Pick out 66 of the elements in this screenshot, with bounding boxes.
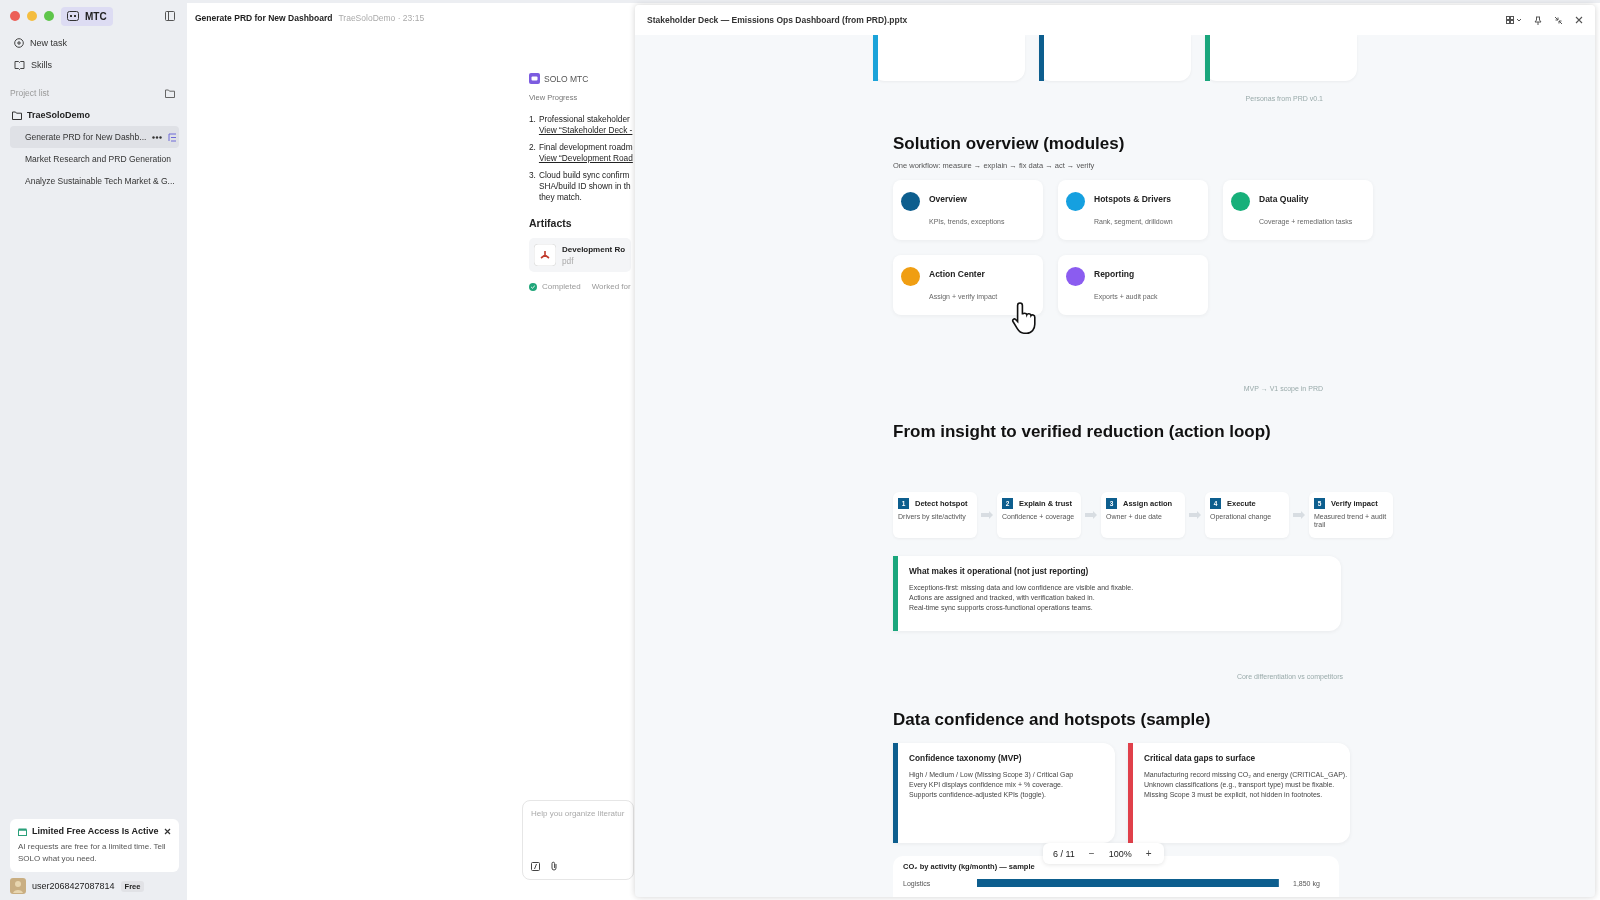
card-title: Confidence taxonomy (MVP) xyxy=(909,753,1023,763)
slide-heading: From insight to verified reduction (action loop) xyxy=(893,422,1272,442)
list-number: 3. xyxy=(529,170,536,182)
file-link[interactable]: View “Stakeholder Deck - xyxy=(538,125,633,136)
list-text: Final development roadm xyxy=(538,142,633,153)
file-link[interactable]: View “Development Road xyxy=(538,153,633,164)
check-circle-icon xyxy=(529,282,537,291)
notice-title: Limited Free Access Is Active xyxy=(32,826,159,836)
list-text: Professional stakeholder xyxy=(538,114,631,125)
module-title: Hotspots & Drivers xyxy=(1094,194,1172,204)
module-title: Data Quality xyxy=(1259,194,1310,204)
close-icon[interactable] xyxy=(164,827,171,835)
list-number: 2. xyxy=(529,142,536,154)
connector-icon xyxy=(1293,511,1305,519)
message-input[interactable]: Help you organize literatur xyxy=(531,809,627,818)
sidebar-toggle-icon[interactable] xyxy=(165,11,175,21)
user-name: user2068427087814 xyxy=(32,881,115,891)
plus-circle-icon xyxy=(14,38,24,48)
artifact-card[interactable]: Development Ro pdf xyxy=(529,238,631,272)
card-title: Critical data gaps to surface xyxy=(1144,753,1257,763)
chat-meta: TraeSoloDemo · 23:15 xyxy=(338,13,425,23)
notice-text: AI requests are free for a limited time. Tell SOLO what you need. xyxy=(18,841,167,865)
more-icon[interactable] xyxy=(152,135,163,139)
artifact-name: Development Ro xyxy=(562,244,626,254)
grid-icon[interactable] xyxy=(1506,16,1522,24)
zoom-in-button[interactable]: + xyxy=(1143,848,1154,859)
artifact-type: pdf xyxy=(562,255,575,266)
section-label: Project list xyxy=(10,88,50,98)
task-item[interactable]: Market Research and PRD Generation xyxy=(10,148,179,170)
connector-icon xyxy=(1189,511,1201,519)
list-number: 1. xyxy=(529,114,536,126)
new-folder-icon[interactable] xyxy=(165,88,175,98)
folder-icon xyxy=(12,110,22,120)
slide-heading: Solution overview (modules) xyxy=(893,134,1126,154)
agent-name: SOLO MTC xyxy=(544,73,589,84)
avatar-icon xyxy=(10,878,26,894)
connector-icon xyxy=(1085,511,1097,519)
module-title: Reporting xyxy=(1094,269,1136,279)
slash-command-icon[interactable] xyxy=(531,861,540,871)
callout-title: What makes it operational (not just reporting) xyxy=(909,566,1090,576)
connector-icon xyxy=(981,511,993,519)
slide-heading: Data confidence and hotspots (sample) xyxy=(893,710,1212,730)
task-item[interactable]: Analyze Sustainable Tech Market & G... xyxy=(10,170,179,192)
page-indicator: 6 / 11 xyxy=(1053,848,1075,859)
attach-icon[interactable] xyxy=(550,861,558,871)
skills-button[interactable]: Skills xyxy=(10,54,179,76)
workspace-button[interactable]: MTC xyxy=(61,6,113,26)
project-folder[interactable]: TraeSoloDemo xyxy=(10,98,179,126)
close-icon[interactable] xyxy=(1575,16,1583,24)
section-heading: Artifacts xyxy=(529,217,573,229)
pin-icon[interactable] xyxy=(1534,15,1542,25)
new-task-button[interactable]: New task xyxy=(10,32,179,54)
zoom-out-button[interactable]: − xyxy=(1086,848,1097,859)
module-title: Action Center xyxy=(929,269,986,279)
list-icon[interactable] xyxy=(168,132,178,142)
list-text: Cloud build sync confirm SHA/build ID shown in th they match. xyxy=(538,170,631,203)
status-text: Completed xyxy=(542,282,581,291)
collapse-icon[interactable] xyxy=(1554,15,1563,25)
zoom-level: 100% xyxy=(1108,848,1132,859)
duration-text: Worked for xyxy=(591,282,631,291)
task-item[interactable]: Generate PRD for New Dashb... xyxy=(10,126,179,148)
agent-icon xyxy=(529,73,540,84)
book-icon xyxy=(14,60,25,70)
module-title: Overview xyxy=(929,194,968,204)
preview-title: Stakeholder Deck — Emissions Ops Dashboard (from PRD).pptx xyxy=(647,15,908,25)
chat-title: Generate PRD for New Dashboard xyxy=(195,13,333,23)
